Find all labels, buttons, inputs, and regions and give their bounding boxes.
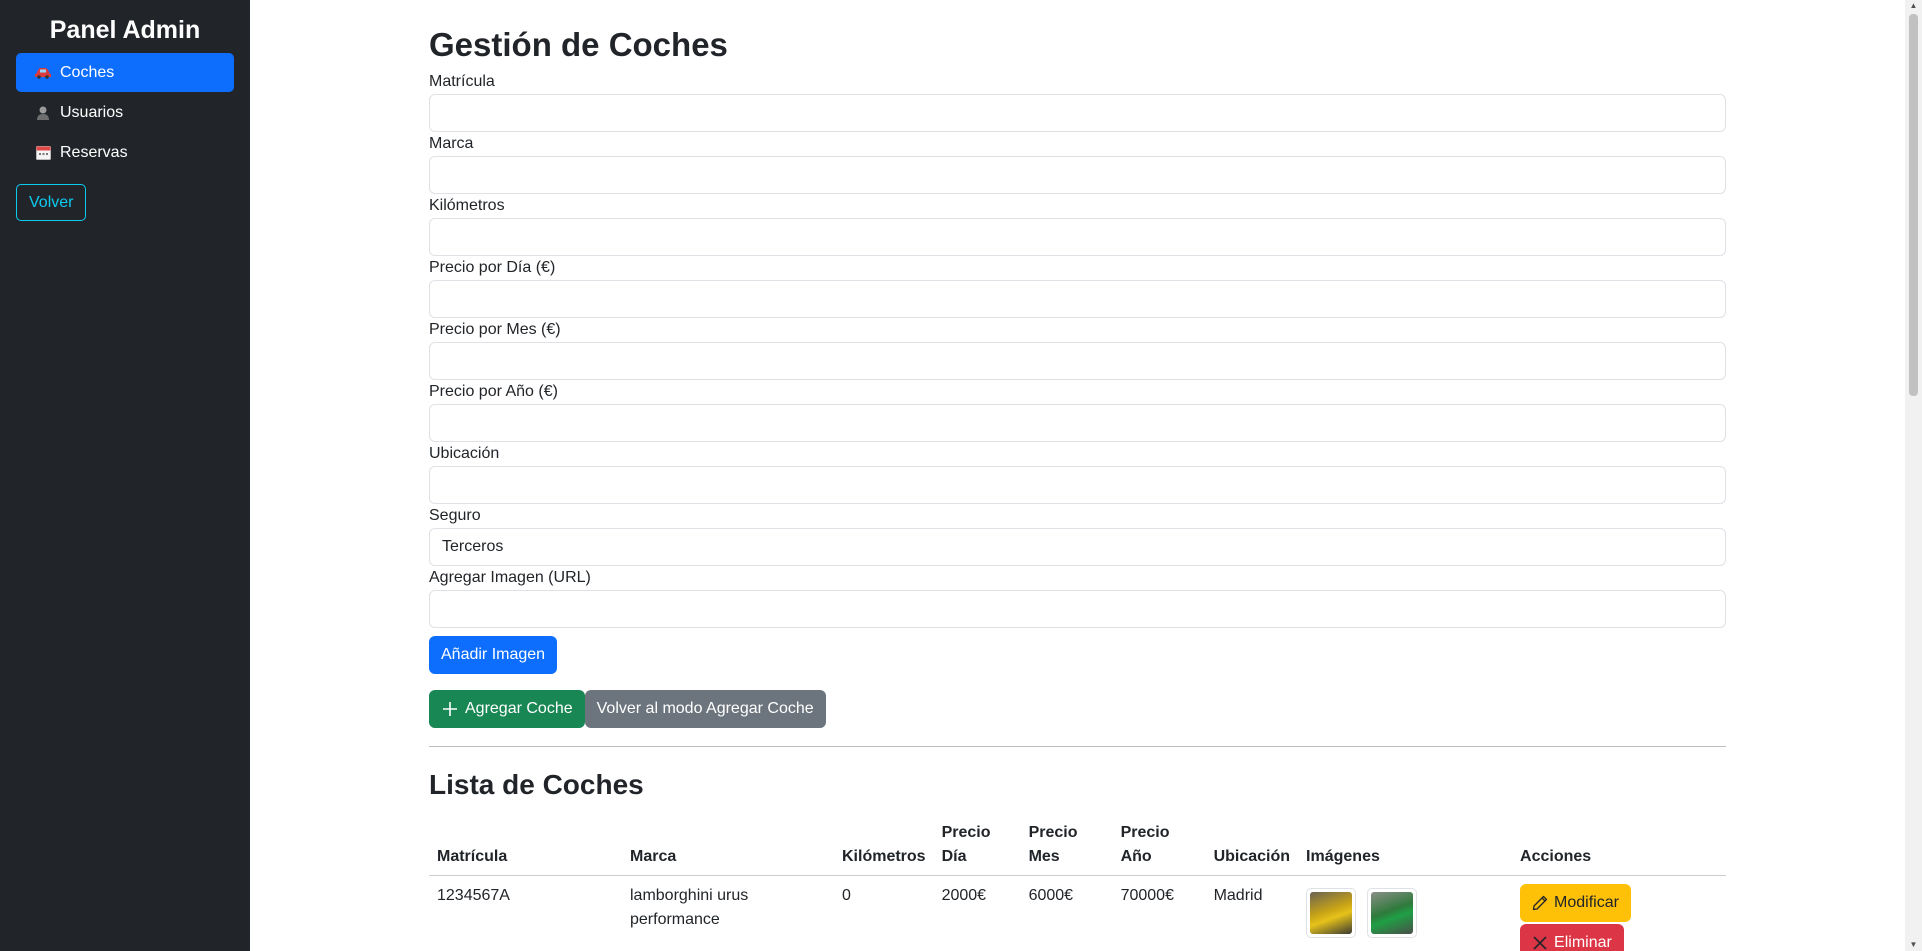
ubicacion-input[interactable] (429, 466, 1726, 504)
car-thumbnail-image (1310, 892, 1353, 934)
field-label: Precio por Día (€) (429, 259, 556, 276)
add-image-button[interactable]: Añadir Imagen (429, 636, 558, 674)
header-kilometros: Kilómetros (834, 815, 934, 876)
cell-kilometros: 0 (842, 887, 851, 904)
sidebar-item-usuarios[interactable]: Usuarios (16, 93, 234, 132)
field-label: Precio por Año (€) (429, 383, 558, 400)
cell-marca-text: lamborghini urus performance (630, 887, 749, 928)
scroll-thumb[interactable] (1909, 14, 1918, 396)
field-imagen-url: Agregar Imagen (URL) (429, 566, 1726, 628)
divider (429, 746, 1726, 747)
precio-mes-input[interactable] (429, 342, 1726, 380)
scroll-up-icon[interactable]: ▲ (1909, 2, 1918, 10)
marca-input[interactable] (429, 156, 1726, 194)
cell-acciones: Modificar Eliminar (1512, 876, 1726, 951)
field-seguro: Seguro Terceros (429, 504, 1726, 566)
modify-label: Modificar (1554, 894, 1619, 911)
field-precio-ano: Precio por Año (€) (429, 380, 1726, 442)
header-matricula: Matrícula (429, 815, 622, 876)
car-thumbnail-image (1370, 892, 1413, 934)
precio-dia-input[interactable] (429, 280, 1726, 318)
cell-ubicacion: Madrid (1213, 887, 1263, 904)
sidebar-item-reservas[interactable]: Reservas (16, 133, 234, 172)
header-acciones: Acciones (1512, 815, 1726, 876)
page-scrollbar[interactable]: ▲ ▼ (1905, 0, 1922, 951)
header-precio-mes-label: Precio Mes (1028, 824, 1078, 865)
precio-ano-input[interactable] (429, 404, 1726, 442)
field-label: Seguro (429, 507, 481, 524)
field-label: Marca (429, 135, 474, 152)
calendar-icon (34, 145, 52, 161)
sidebar-title: Panel Admin (49, 16, 201, 44)
add-car-label: Agregar Coche (465, 700, 573, 717)
field-label: Matrícula (429, 73, 495, 90)
field-label: Kilómetros (429, 197, 505, 214)
field-ubicacion: Ubicación (429, 442, 1726, 504)
cell-precio-mes: 6000€ (1028, 887, 1074, 904)
back-button[interactable]: Volver (16, 184, 87, 221)
field-label: Precio por Mes (€) (429, 321, 561, 338)
field-precio-mes: Precio por Mes (€) (429, 318, 1726, 380)
page-title: Gestión de Coches (429, 26, 728, 63)
header-precio-ano: Precio Año (1112, 815, 1206, 876)
car-thumbnail[interactable] (1306, 888, 1357, 938)
sidebar-item-coches[interactable]: Coches (16, 53, 234, 92)
plus-icon (441, 700, 459, 718)
user-icon (34, 105, 52, 121)
sidebar-item-label: Reservas (60, 143, 128, 161)
field-kilometros: Kilómetros (429, 194, 1726, 256)
sidebar: Panel Admin Coches Usuarios Reservas Vol… (0, 0, 250, 951)
header-precio-dia: Precio Día (933, 815, 1021, 876)
cell-matricula: 1234567A (437, 887, 510, 904)
sidebar-item-label: Coches (60, 63, 115, 81)
header-imagenes: Imágenes (1298, 815, 1513, 876)
scroll-down-icon[interactable]: ▼ (1909, 941, 1918, 949)
table-row: 1234567A lamborghini urus performance 0 … (429, 876, 1726, 951)
add-car-button[interactable]: Agregar Coche (429, 690, 585, 728)
delete-button[interactable]: Eliminar (1520, 924, 1624, 951)
field-marca: Marca (429, 132, 1726, 194)
header-marca: Marca (622, 815, 834, 876)
matricula-input[interactable] (429, 94, 1726, 132)
sidebar-item-label: Usuarios (60, 103, 124, 121)
reset-mode-button[interactable]: Volver al modo Agregar Coche (584, 690, 826, 728)
kilometros-input[interactable] (429, 218, 1726, 256)
list-title: Lista de Coches (429, 769, 644, 800)
x-icon (1532, 935, 1548, 951)
delete-label: Eliminar (1554, 934, 1612, 951)
table-header-row: Matrícula Marca Kilómetros Precio Día Pr… (429, 815, 1726, 876)
car-icon (34, 65, 52, 81)
car-thumbnail[interactable] (1366, 888, 1417, 938)
header-precio-mes: Precio Mes (1020, 815, 1113, 876)
header-ubicacion: Ubicación (1205, 815, 1299, 876)
seguro-select[interactable]: Terceros (429, 528, 1726, 566)
cars-table: Matrícula Marca Kilómetros Precio Día Pr… (429, 815, 1726, 951)
field-label: Ubicación (429, 445, 500, 462)
header-precio-ano-label: Precio Año (1120, 824, 1170, 865)
modify-button[interactable]: Modificar (1520, 884, 1631, 922)
field-precio-dia: Precio por Día (€) (429, 256, 1726, 318)
field-matricula: Matrícula (429, 70, 1726, 132)
cell-precio-dia: 2000€ (941, 887, 987, 904)
cell-precio-ano: 70000€ (1120, 887, 1174, 904)
imagen-url-input[interactable] (429, 590, 1726, 628)
cell-marca: lamborghini urus performance (622, 876, 834, 951)
header-precio-dia-label: Precio Día (941, 824, 991, 865)
cell-imagenes (1298, 876, 1512, 951)
main-content: Gestión de Coches Matrícula Marca Kilóme… (429, 0, 1726, 951)
field-label: Agregar Imagen (URL) (429, 569, 591, 586)
pencil-icon (1532, 895, 1548, 911)
